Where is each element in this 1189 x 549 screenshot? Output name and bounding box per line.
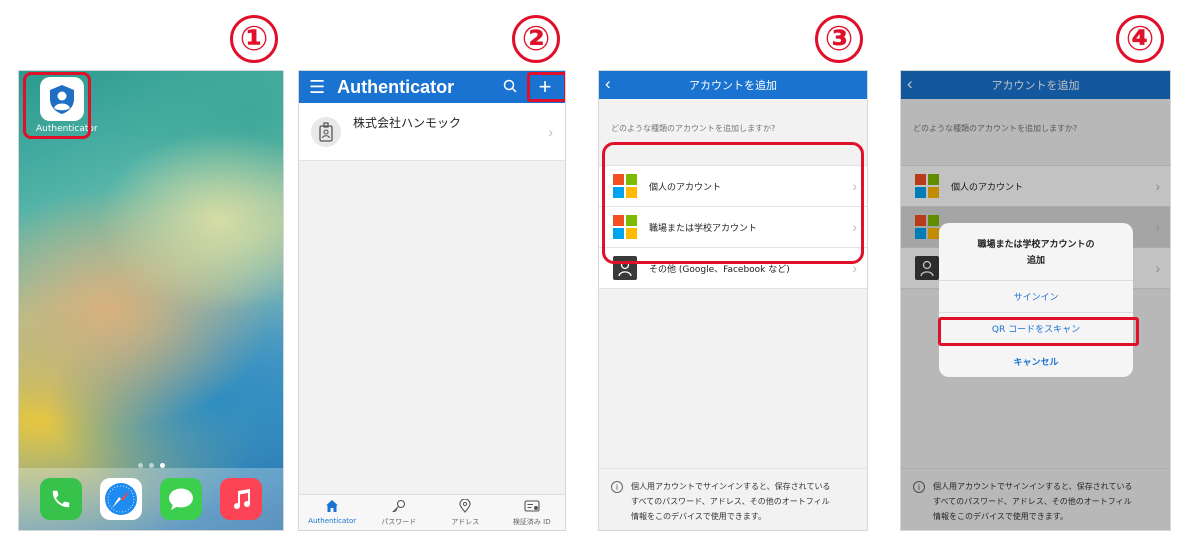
safari-icon[interactable] [100,478,142,520]
account-name: 株式会社ハンモック [353,116,462,130]
dialog-title: 職場または学校アカウントの 追加 [939,223,1133,281]
tab-passwords[interactable]: パスワード [369,495,429,530]
location-pin-icon [435,499,495,515]
autofill-info-note: i 個人用アカウントでサインインすると、保存されている すべてのパスワード、アド… [599,468,867,530]
key-icon [369,499,429,515]
info-text: 個人用アカウントでサインインすると、保存されている すべてのパスワード、アドレス… [631,482,831,521]
tab-authenticator[interactable]: Authenticator [302,495,362,530]
phone-icon[interactable] [40,478,82,520]
app-title: Authenticator [337,76,455,97]
id-badge-icon [311,116,341,147]
chevron-right-icon: › [548,123,553,140]
messages-icon[interactable] [160,478,202,520]
add-account-screen-with-sheet: ‹ アカウントを追加 どのような種類のアカウントを追加しますか? 個人のアカウン… [900,70,1171,531]
step-number-1: ① [230,15,278,63]
tab-label: 検証済み ID [512,518,551,526]
home-icon [302,499,362,515]
id-card-icon [502,499,562,515]
hamburger-menu-icon[interactable]: ☰ [309,77,325,98]
nav-bar: ‹ アカウントを追加 [599,71,867,99]
highlight-add-button [527,72,565,102]
authenticator-header: ☰ Authenticator + [299,71,565,103]
tab-addresses[interactable]: アドレス [435,495,495,530]
info-icon: i [611,481,623,493]
add-account-screen: ‹ アカウントを追加 どのような種類のアカウントを追加しますか? 個人のアカウン… [598,70,868,531]
music-icon[interactable] [220,478,262,520]
tab-label: Authenticator [308,517,357,525]
screen-title: アカウントを追加 [689,79,777,92]
highlight-scan-qr-button [938,317,1139,346]
tab-label: パスワード [381,518,417,526]
highlight-account-options [602,142,864,264]
bottom-tab-bar: Authenticator パスワード アドレス 検証済み ID [299,494,565,530]
search-icon[interactable] [503,78,517,97]
tab-verified-id[interactable]: 検証済み ID [502,495,562,530]
add-work-account-dialog: 職場または学校アカウントの 追加 サインイン QR コードをスキャン キャンセル [939,223,1133,377]
back-chevron-icon[interactable]: ‹ [605,74,611,94]
cancel-button[interactable]: キャンセル [939,345,1133,377]
step-number-4: ④ [1116,15,1164,63]
authenticator-screen: ☰ Authenticator + 株式会社ハンモック › Authentica… [298,70,566,531]
dock [19,468,283,530]
tab-label: アドレス [451,518,480,526]
highlight-authenticator-app [23,72,91,139]
account-list-item[interactable]: 株式会社ハンモック › [299,103,565,161]
sign-in-button[interactable]: サインイン [939,281,1133,313]
step-number-2: ② [512,15,560,63]
step-number-3: ③ [815,15,863,63]
home-screen: Authenticator [18,70,284,531]
